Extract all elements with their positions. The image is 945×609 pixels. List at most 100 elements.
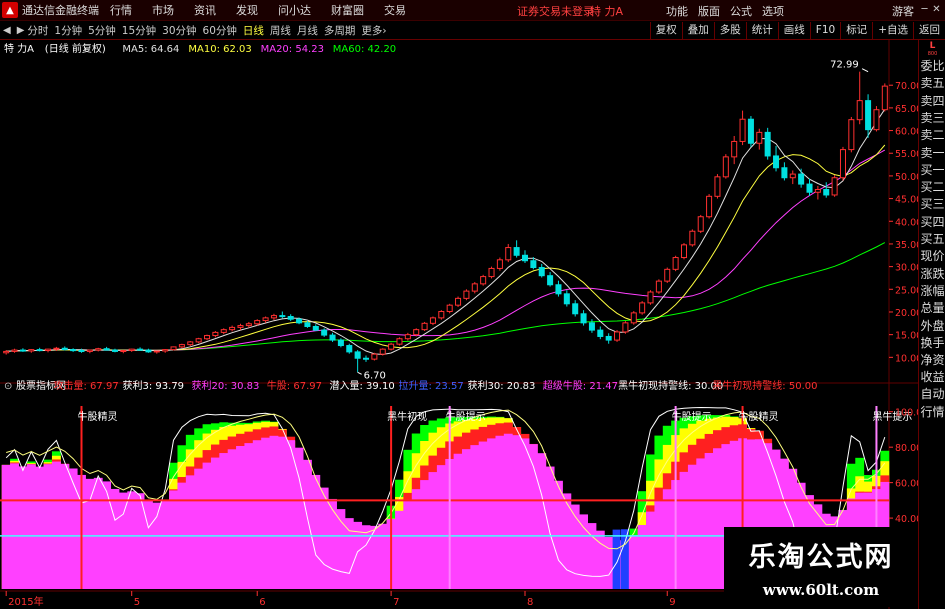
candle-body-28 xyxy=(237,325,244,328)
side-panel-lower-item-0[interactable]: 自动 xyxy=(919,386,945,402)
menu-item-2[interactable]: 资讯 xyxy=(194,2,216,18)
toolbar-button-5[interactable]: F10 xyxy=(809,22,840,39)
right-menu-item-2[interactable]: 公式 xyxy=(730,3,752,19)
candle-body-22 xyxy=(187,341,194,346)
area-bar-3-28 xyxy=(236,445,245,589)
candle-body-29 xyxy=(245,323,252,327)
side-panel-item-7[interactable]: 买二 xyxy=(919,179,945,195)
candle-body-92 xyxy=(773,155,780,169)
period-tab-5[interactable]: 60分钟 xyxy=(203,23,237,38)
toolbar-button-3[interactable]: 统计 xyxy=(745,22,778,39)
indicator-legend-9: 黑牛初现持警线: 30.00 xyxy=(618,379,723,392)
side-panel-item-10[interactable]: 买五 xyxy=(919,231,945,247)
side-panel-item-17[interactable]: 净资 xyxy=(919,352,945,368)
guest-user[interactable]: 游客 xyxy=(892,3,914,19)
toolbar-button-6[interactable]: 标记 xyxy=(840,22,872,39)
area-bar-3-76 xyxy=(637,525,647,589)
candle-body-85 xyxy=(714,176,721,197)
candle-body-71 xyxy=(597,329,604,337)
side-panel-item-3[interactable]: 卖三 xyxy=(919,110,945,126)
menu-item-3[interactable]: 发现 xyxy=(236,2,258,18)
period-tab-0[interactable]: 分时 xyxy=(27,23,48,38)
time-tick-label-3: 7 xyxy=(393,597,399,608)
area-bar-3-64 xyxy=(537,453,547,589)
side-panel-item-12[interactable]: 涨跌 xyxy=(919,266,945,282)
side-panel-item-6[interactable]: 买一 xyxy=(919,162,945,178)
candle-body-35 xyxy=(296,318,303,324)
candle-body-90 xyxy=(756,131,763,144)
area-bar-3-66 xyxy=(554,480,563,589)
side-panel-lower-item-1[interactable]: 行情 xyxy=(919,404,945,420)
toolbar-button-1[interactable]: 叠加 xyxy=(681,22,714,39)
area-bar-3-75 xyxy=(629,535,639,589)
area-bar-3-13 xyxy=(110,488,120,589)
period-tab-4[interactable]: 30分钟 xyxy=(162,23,196,38)
candle-body-104 xyxy=(873,109,880,131)
side-panel-item-18[interactable]: 收益 xyxy=(919,369,945,385)
candle-body-82 xyxy=(689,230,696,246)
toolbar-button-4[interactable]: 画线 xyxy=(777,22,810,39)
candle-body-76 xyxy=(639,302,646,314)
period-tab-2[interactable]: 5分钟 xyxy=(88,23,116,38)
period-tab-10[interactable]: 更多› xyxy=(361,23,386,38)
side-panel-item-16[interactable]: 换手 xyxy=(919,335,945,351)
candle-body-69 xyxy=(580,313,587,324)
candle-body-36 xyxy=(304,322,311,327)
toolbar-button-8[interactable]: 返回 xyxy=(913,22,945,39)
period-tab-7[interactable]: 周线 xyxy=(270,23,291,38)
side-panel-item-2[interactable]: 卖四 xyxy=(919,93,945,109)
menu-item-5[interactable]: 财富圈 xyxy=(331,2,364,18)
indicator-legend-2: 获利3: 93.79 xyxy=(123,380,185,392)
period-tab-6[interactable]: 日线 xyxy=(243,23,264,38)
side-panel-item-4[interactable]: 卖二 xyxy=(919,127,945,143)
side-panel-item-8[interactable]: 买三 xyxy=(919,196,945,212)
low-zone-bar-73 xyxy=(612,529,621,589)
area-bar-3-22 xyxy=(185,475,195,589)
period-tabs: 分时 1分钟 5分钟 15分钟 30分钟 60分钟 日线 周线 月线 多周期 更多› xyxy=(27,23,392,38)
side-panel-item-13[interactable]: 涨幅 xyxy=(919,283,945,299)
indicator-legend-3: 获利20: 30.83 xyxy=(192,380,260,392)
side-panel-item-11[interactable]: 现价 xyxy=(919,248,945,264)
area-bar-3-26 xyxy=(219,453,229,589)
right-menu-item-1[interactable]: 版面 xyxy=(698,3,720,19)
current-stock-title: 特 力A xyxy=(590,5,624,18)
area-bar-3-3 xyxy=(26,464,36,589)
candle-body-46 xyxy=(388,343,395,350)
right-menu-item-3[interactable]: 选项 xyxy=(762,3,784,19)
candle-body-56 xyxy=(471,283,478,292)
area-bar-3-41 xyxy=(344,518,354,589)
toolbar-button-7[interactable]: +自选 xyxy=(872,22,913,39)
menu-item-6[interactable]: 交易 xyxy=(384,2,406,18)
period-tab-3[interactable]: 15分钟 xyxy=(122,23,156,38)
indicator-legend-4: 牛股: 67.97 xyxy=(267,379,322,392)
close-icon[interactable]: ✕ xyxy=(930,4,943,16)
right-menu-item-0[interactable]: 功能 xyxy=(666,3,688,19)
menu-item-4[interactable]: 问小达 xyxy=(278,2,311,18)
side-panel-item-0[interactable]: 委比 xyxy=(919,58,945,74)
menu-item-1[interactable]: 市场 xyxy=(152,2,174,18)
side-panel-item-9[interactable]: 买四 xyxy=(919,214,945,230)
toolbar-button-2[interactable]: 多股 xyxy=(713,22,746,39)
candle-body-53 xyxy=(446,304,453,313)
indicator-legend-7: 获利30: 20.83 xyxy=(468,380,536,392)
side-panel-item-5[interactable]: 卖一 xyxy=(919,145,945,161)
candle-body-87 xyxy=(731,140,738,158)
side-panel-item-15[interactable]: 外盘 xyxy=(919,318,945,334)
area-bar-3-78 xyxy=(654,499,664,589)
side-panel-item-1[interactable]: 卖五 xyxy=(919,75,945,91)
next-arrow-icon[interactable]: ▶ xyxy=(14,25,28,36)
side-panel-item-14[interactable]: 总量 xyxy=(919,300,945,316)
period-tab-8[interactable]: 月线 xyxy=(297,23,318,38)
login-status[interactable]: 证券交易未登录 xyxy=(517,3,594,19)
period-tab-9[interactable]: 多周期 xyxy=(324,23,356,38)
candle-body-2 xyxy=(19,349,26,352)
candle-body-103 xyxy=(865,100,872,131)
candle-body-64 xyxy=(538,267,545,277)
candle-body-23 xyxy=(195,338,202,343)
menu-item-0[interactable]: 行情 xyxy=(110,2,132,18)
kline-chart-area[interactable]: 特 力A (日线 前复权) MA5: 64.64 MA10: 62.03 MA20: 5… xyxy=(0,40,945,609)
candle-body-100 xyxy=(839,149,846,179)
prev-arrow-icon[interactable]: ◀ xyxy=(0,25,14,36)
period-tab-1[interactable]: 1分钟 xyxy=(54,23,82,38)
toolbar-button-0[interactable]: 复权 xyxy=(649,22,682,39)
